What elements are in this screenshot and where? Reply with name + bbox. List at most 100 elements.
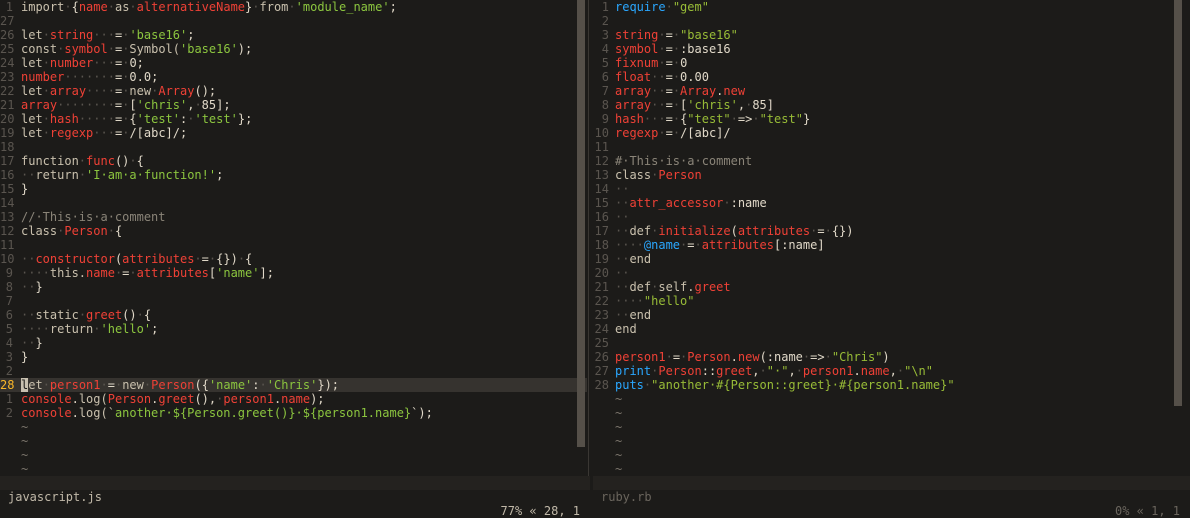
code-token: new: [737, 350, 760, 364]
code-token: ·: [672, 112, 681, 126]
code-line[interactable]: 17 ··def·initialize(attributes·=·{}): [593, 224, 1190, 238]
code-line[interactable]: 28 puts·"another·#{Person::greet}·#{perso…: [593, 378, 1190, 392]
code-line[interactable]: 9 ····this.name·=·attributes['name'];: [0, 266, 587, 280]
code-line[interactable]: 4 symbol·=·:base16: [593, 42, 1190, 56]
code-token: ·····: [78, 112, 115, 126]
code-line[interactable]: 18 ····@name·=·attributes[:name]: [593, 238, 1190, 252]
code-token: ;: [187, 28, 195, 42]
code-line[interactable]: 20 ··: [593, 266, 1190, 280]
code-line[interactable]: 18: [0, 140, 587, 154]
code-line[interactable]: 11: [593, 140, 1190, 154]
code-line[interactable]: 17 function·func()·{: [0, 154, 587, 168]
code-line[interactable]: 6 float··=·0.00: [593, 70, 1190, 84]
code-line[interactable]: 24 let·number···=·0;: [0, 56, 587, 70]
code-line[interactable]: 13 class·Person: [593, 168, 1190, 182]
code-line[interactable]: 2: [593, 14, 1190, 28]
code-line[interactable]: 15}: [0, 182, 587, 196]
code-line[interactable]: 15 ··attr_accessor·:name: [593, 196, 1190, 210]
code-token: constructor: [35, 252, 115, 266]
code-line[interactable]: 1 require·"gem": [593, 0, 1190, 14]
code-line[interactable]: 10 regexp·=·/[abc]/: [593, 126, 1190, 140]
current-code-line[interactable]: 28 let·person1·=·new·Person({'name':·'Chr…: [0, 378, 587, 392]
code-token: =: [665, 56, 673, 70]
empty-buffer-line: ~: [21, 420, 29, 434]
code-token: {: [129, 112, 137, 126]
code-line[interactable]: 16 ··: [593, 210, 1190, 224]
code-line[interactable]: 8 ··}: [0, 280, 587, 294]
line-number: 5: [601, 56, 609, 70]
code-line[interactable]: 22 let·array····=·new·Array();: [0, 84, 587, 98]
code-line[interactable]: 5 ····return·'hello';: [0, 322, 587, 336]
code-line[interactable]: 23 ··end: [593, 308, 1190, 322]
code-token: 'name': [216, 266, 260, 280]
code-token: :name: [730, 196, 767, 210]
code-token: person1: [49, 378, 101, 392]
line-number: 24: [0, 56, 15, 70]
code-token: Person: [151, 378, 195, 392]
code-token: ··: [21, 308, 36, 322]
code-line[interactable]: 19 let·regexp···=·/[abc]/;: [0, 126, 587, 140]
code-line[interactable]: 8 array··=·['chris',·85]: [593, 98, 1190, 112]
code-line[interactable]: 27: [0, 14, 587, 28]
code-token: ····: [21, 322, 50, 336]
code-line[interactable]: 20 let·hash·····=·{'test':·'test'};: [0, 112, 587, 126]
code-token: =: [665, 126, 673, 140]
code-line[interactable]: 12 #·This·is·a·comment: [593, 154, 1190, 168]
code-line[interactable]: 24 end: [593, 322, 1190, 336]
code-line[interactable]: 21 ··def·self.greet: [593, 280, 1190, 294]
code-line[interactable]: 12 class·Person·{: [0, 224, 587, 238]
code-token: ({: [194, 378, 209, 392]
code-line[interactable]: 13 //·This·is·a·comment: [0, 210, 587, 224]
right-editor-pane[interactable]: 1 require·"gem" 2 3 string·=·"base16" 4 symbol…: [593, 0, 1190, 476]
code-line[interactable]: 23 number·······=·0.0;: [0, 70, 587, 84]
code-line[interactable]: 14: [0, 196, 587, 210]
code-line[interactable]: 27 print·Person::greet,·"·",·person1.name…: [593, 364, 1190, 378]
code-line[interactable]: 21 array········=·['chris',·85];: [0, 98, 587, 112]
line-number: 1: [601, 0, 609, 14]
code-line[interactable]: 3}: [0, 350, 587, 364]
code-line[interactable]: 19 ··end: [593, 252, 1190, 266]
code-line[interactable]: 10 ··constructor(attributes·=·{})·{: [0, 252, 587, 266]
code-line[interactable]: 14 ··: [593, 182, 1190, 196]
code-token: (): [122, 308, 137, 322]
code-token: "test": [687, 112, 731, 126]
code-token: return: [49, 322, 94, 336]
code-line[interactable]: 2: [0, 364, 587, 378]
line-number: 11: [594, 140, 609, 154]
code-token: another·${Person.greet()}·${person1.name…: [114, 406, 412, 420]
status-filename: javascript.js: [8, 490, 102, 504]
code-token: console: [21, 392, 72, 406]
code-line[interactable]: 7 array··=·Array.new: [593, 84, 1190, 98]
right-scrollbar[interactable]: [1174, 0, 1182, 406]
code-line[interactable]: 25 const·symbol·=·Symbol('base16');: [0, 42, 587, 56]
code-token: ·: [672, 42, 681, 56]
left-editor-pane[interactable]: 1 import·{name·as·alternativeName}·from·'…: [0, 0, 587, 476]
line-number: 20: [594, 266, 609, 280]
code-token: ·: [658, 126, 666, 140]
line-number: 16: [594, 210, 609, 224]
code-line[interactable]: 5 fixnum·=·0: [593, 56, 1190, 70]
code-line[interactable]: 2 console.log(`another·${Person.greet()}·…: [0, 406, 587, 420]
line-number: 28: [0, 378, 15, 392]
code-token: ·: [259, 378, 267, 392]
code-line[interactable]: 26 person1·=·Person.new(:name·=>·"Chris"): [593, 350, 1190, 364]
code-line[interactable]: 6 ··static·greet()·{: [0, 308, 587, 322]
code-line[interactable]: 22 ····"hello": [593, 294, 1190, 308]
code-line[interactable]: 11: [0, 238, 587, 252]
left-scrollbar[interactable]: [577, 0, 585, 447]
code-line[interactable]: 9 hash···=·{"test"·=>·"test"}: [593, 112, 1190, 126]
code-token: (: [730, 224, 738, 238]
code-line[interactable]: 16 ··return·'I·am·a·function!';: [0, 168, 587, 182]
code-line[interactable]: 4 ··}: [0, 336, 587, 350]
code-line[interactable]: 3 string·=·"base16": [593, 28, 1190, 42]
line-number: 5: [5, 322, 13, 336]
code-line[interactable]: 1 console.log(Person.greet(),·person1.nam…: [0, 392, 587, 406]
code-line[interactable]: 25: [593, 336, 1190, 350]
code-line[interactable]: 26 let·string···=·'base16';: [0, 28, 587, 42]
code-line[interactable]: 7: [0, 294, 587, 308]
code-token: @name: [643, 238, 681, 252]
code-token: number: [21, 70, 65, 84]
code-line[interactable]: 1 import·{name·as·alternativeName}·from·'…: [0, 0, 587, 14]
code-token: ·: [93, 322, 101, 336]
code-token: ·: [658, 42, 666, 56]
